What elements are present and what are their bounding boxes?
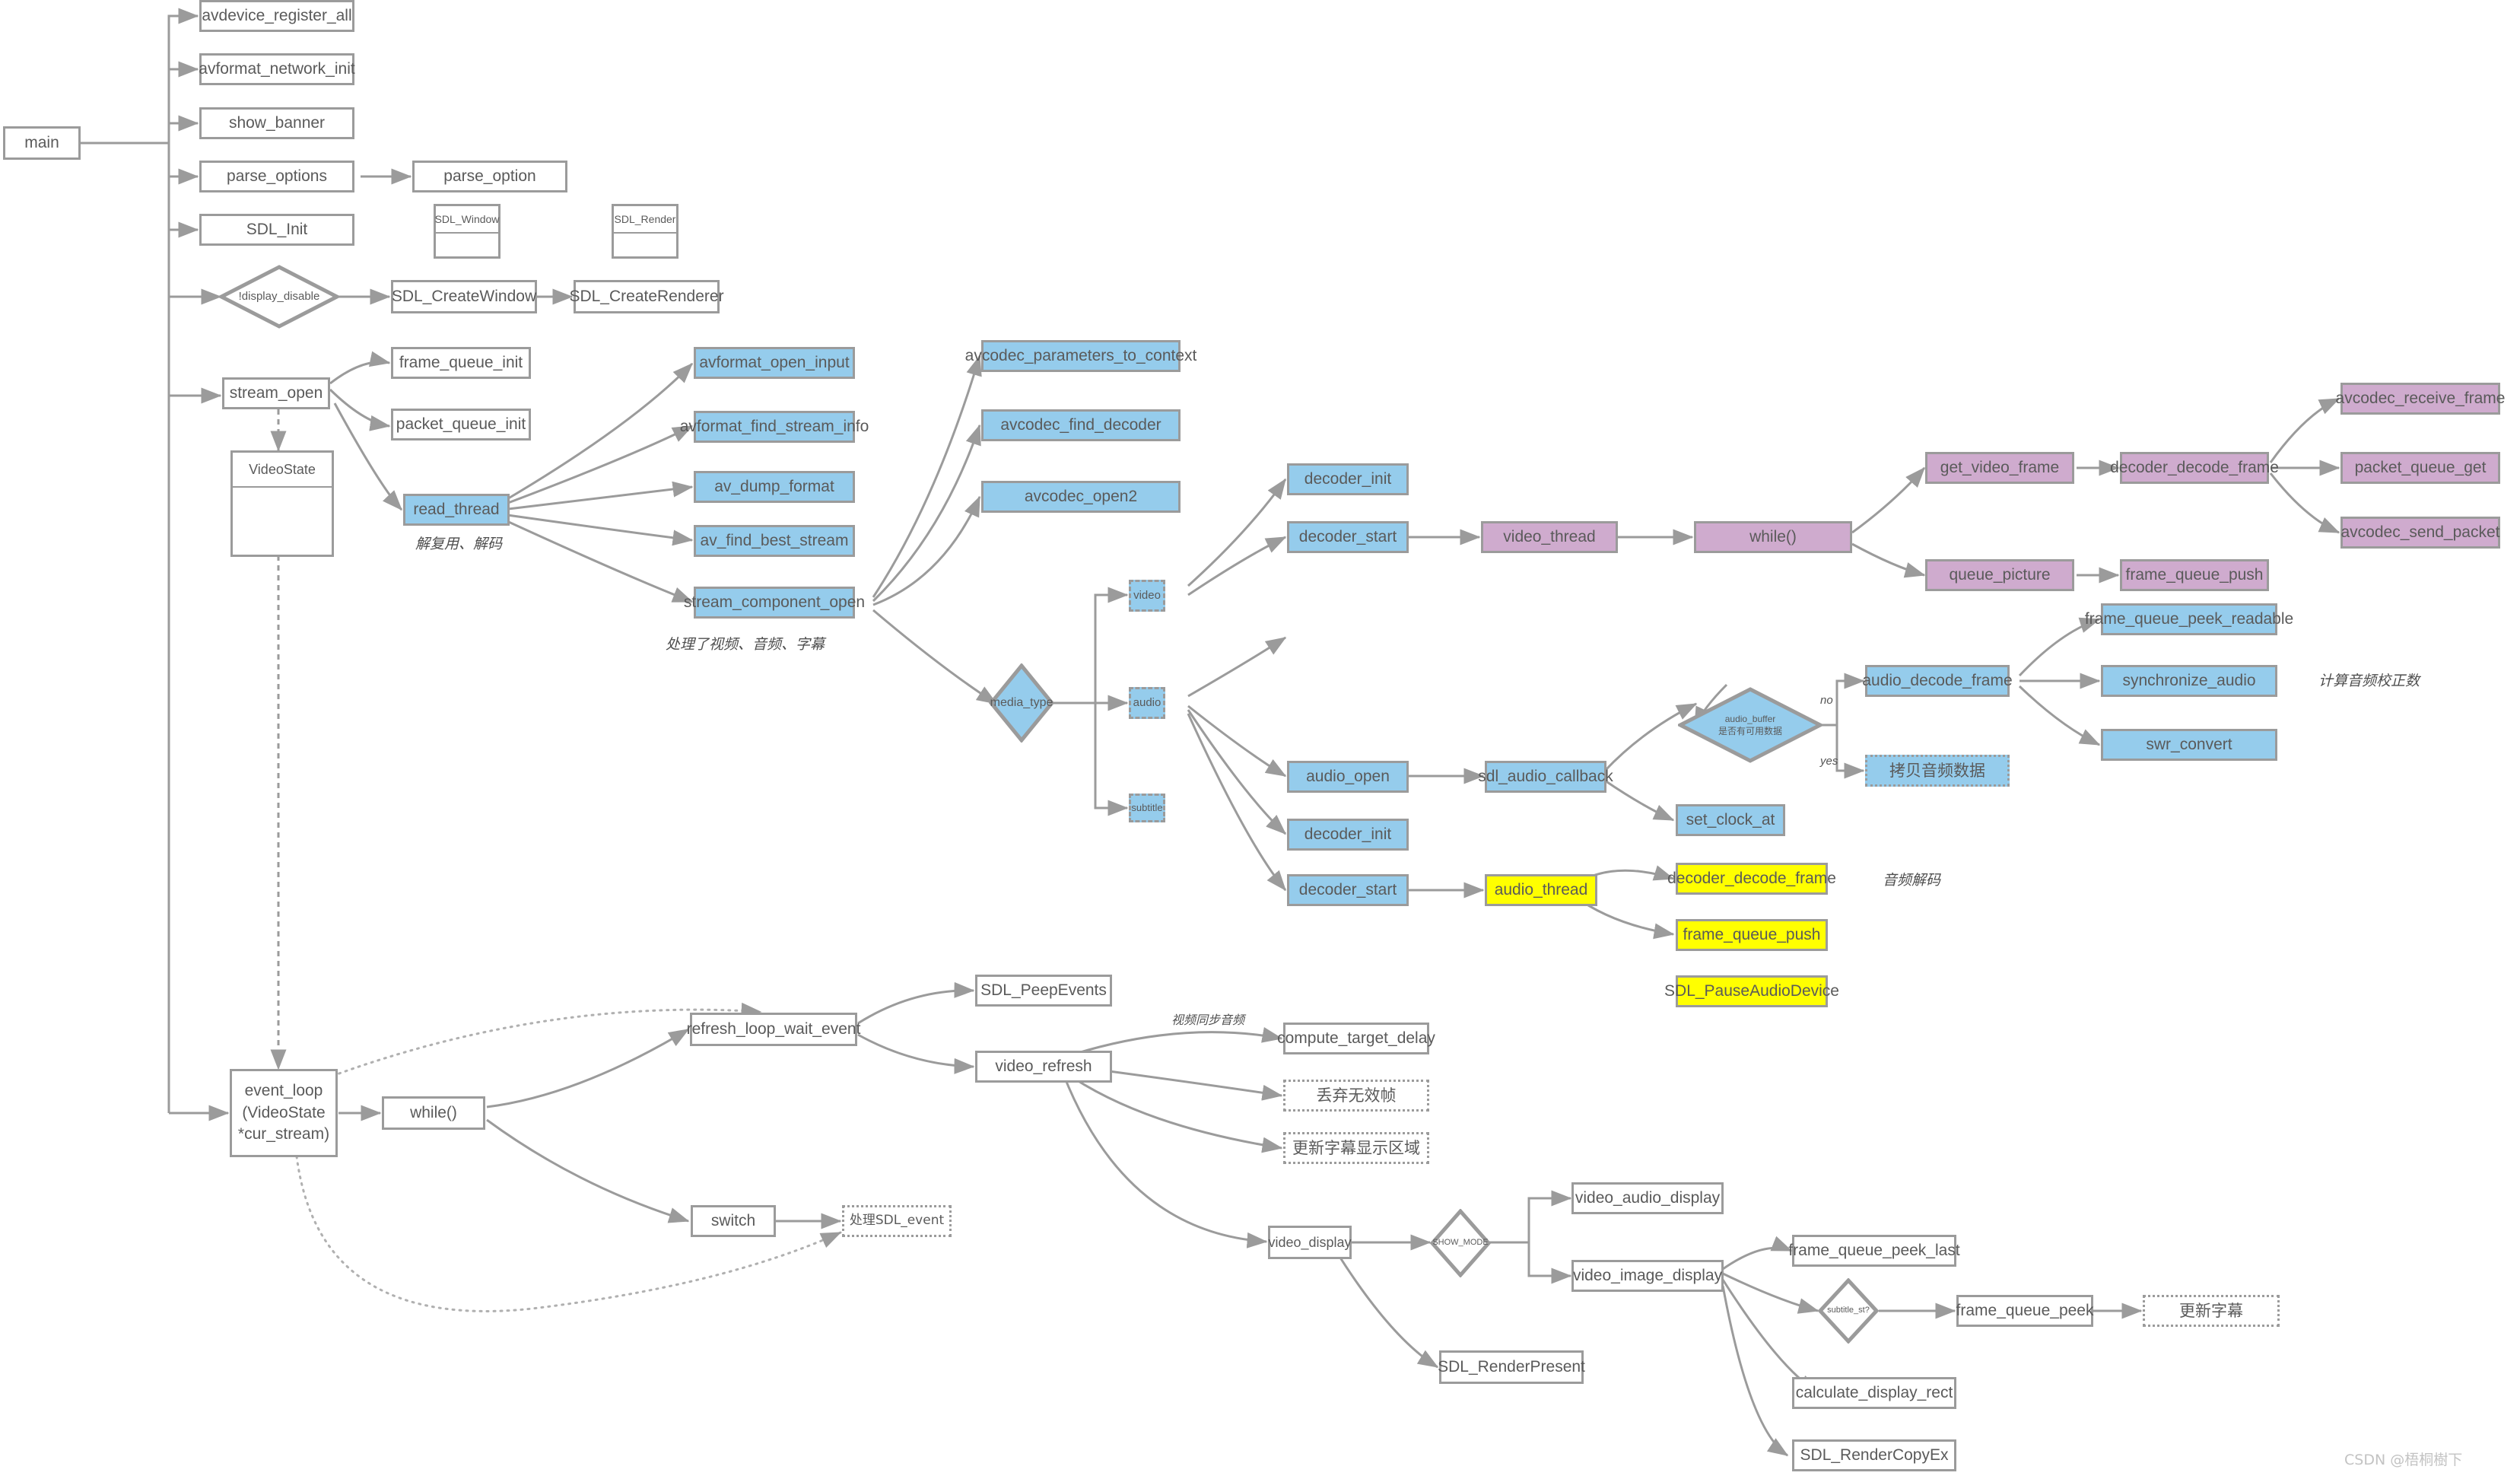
- event-loop-line3: *cur_stream): [237, 1125, 330, 1143]
- node-main[interactable]: main: [3, 126, 81, 160]
- node-frame-queue-peek[interactable]: frame_queue_peek: [1956, 1295, 2094, 1327]
- note-read-thread: 解复用、解码: [415, 536, 503, 552]
- node-switch[interactable]: switch: [691, 1205, 776, 1237]
- node-avcodec-open2[interactable]: avcodec_open2: [981, 481, 1181, 513]
- note-audio-decode: 音频解码: [1883, 872, 1941, 889]
- node-video-audio-display[interactable]: video_audio_display: [1571, 1182, 1724, 1214]
- node-sdl-pauseaudiodevice[interactable]: SDL_PauseAudioDevice: [1664, 975, 1839, 1007]
- node-frame-queue-init[interactable]: frame_queue_init: [391, 347, 531, 379]
- class-sdl-render-title: SDL_Render: [614, 206, 676, 234]
- audio-buffer-line2: 是否有可用数据: [1718, 726, 1782, 736]
- node-avcodec-find-decoder[interactable]: avcodec_find_decoder: [981, 409, 1181, 441]
- node-avcodec-send-packet[interactable]: avcodec_send_packet: [2340, 517, 2500, 549]
- node-avformat-network-init[interactable]: avformat_network_init: [199, 53, 355, 85]
- node-av-find-best-stream[interactable]: av_find_best_stream: [694, 525, 855, 557]
- node-avcodec-parameters-to-context[interactable]: avcodec_parameters_to_context: [965, 340, 1196, 372]
- note-video-sync-audio: 视频同步音频: [1171, 1013, 1245, 1027]
- node-show-banner[interactable]: show_banner: [199, 107, 354, 139]
- node-video-thread[interactable]: video_thread: [1481, 521, 1618, 553]
- node-frame-queue-peek-readable[interactable]: frame_queue_peek_readable: [2085, 603, 2293, 635]
- class-sdl-window-body: [436, 234, 498, 256]
- node-subtitle-st-decision[interactable]: subtitle_st?: [1818, 1278, 1879, 1344]
- node-decoder-decode-frame-video[interactable]: decoder_decode_frame: [2110, 452, 2279, 484]
- node-event-loop[interactable]: event_loop (VideoState *cur_stream): [230, 1069, 338, 1157]
- class-sdl-window: SDL_Window: [434, 204, 501, 259]
- node-while-video[interactable]: while(): [1694, 521, 1852, 553]
- node-show-mode-decision[interactable]: SHOW_MODE: [1430, 1209, 1491, 1277]
- node-audio-thread[interactable]: audio_thread: [1485, 874, 1597, 906]
- node-frame-queue-push-video[interactable]: frame_queue_push: [2120, 559, 2269, 591]
- node-get-video-frame[interactable]: get_video_frame: [1925, 452, 2074, 484]
- node-decoder-init-video[interactable]: decoder_init: [1287, 463, 1409, 495]
- node-video-image-display[interactable]: video_image_display: [1571, 1260, 1724, 1292]
- node-drop-invalid-frame[interactable]: 丢弃无效帧: [1283, 1080, 1429, 1112]
- audio-buffer-line1: audio_buffer: [1724, 713, 1776, 724]
- node-packet-queue-init[interactable]: packet_queue_init: [391, 409, 531, 441]
- node-av-dump-format[interactable]: av_dump_format: [694, 471, 855, 503]
- node-stream-open[interactable]: stream_open: [222, 377, 330, 409]
- edge-label-no: no: [1820, 694, 1833, 707]
- node-stream-component-open[interactable]: stream_component_open: [684, 587, 865, 619]
- node-decoder-start-video[interactable]: decoder_start: [1287, 521, 1409, 553]
- node-audio-open[interactable]: audio_open: [1287, 761, 1409, 793]
- node-decoder-decode-frame-audio[interactable]: decoder_decode_frame: [1667, 863, 1836, 895]
- node-display-disable[interactable]: !display_disable: [219, 265, 339, 329]
- class-sdl-render: SDL_Render: [612, 204, 678, 259]
- node-sdl-init[interactable]: SDL_Init: [199, 214, 354, 246]
- node-set-clock-at[interactable]: set_clock_at: [1676, 804, 1785, 836]
- node-sdl-rendercopyex[interactable]: SDL_RenderCopyEx: [1792, 1439, 1956, 1471]
- node-refresh-loop-wait-event[interactable]: refresh_loop_wait_event: [687, 1013, 860, 1046]
- node-copy-audio-data[interactable]: 拷贝音频数据: [1865, 755, 2010, 787]
- node-queue-picture[interactable]: queue_picture: [1925, 559, 2074, 591]
- node-audio[interactable]: audio: [1129, 687, 1165, 719]
- node-parse-options[interactable]: parse_options: [199, 161, 354, 192]
- node-swr-convert[interactable]: swr_convert: [2101, 729, 2277, 761]
- watermark: CSDN @梧桐樹下: [2344, 1452, 2463, 1468]
- node-main-label: main: [24, 133, 59, 151]
- node-sdl-peepevents[interactable]: SDL_PeepEvents: [975, 975, 1112, 1007]
- node-update-subtitle[interactable]: 更新字幕: [2143, 1295, 2280, 1327]
- class-videostate: VideoState: [230, 450, 334, 557]
- event-loop-line1: event_loop: [244, 1082, 323, 1100]
- edge-label-yes: yes: [1820, 755, 1838, 768]
- node-parse-option[interactable]: parse_option: [412, 161, 567, 192]
- node-avdevice-register-all[interactable]: avdevice_register_all: [199, 0, 354, 32]
- node-subtitle[interactable]: subtitle: [1129, 794, 1165, 822]
- node-packet-queue-get[interactable]: packet_queue_get: [2340, 452, 2500, 484]
- note-stream-component-open: 处理了视频、音频、字幕: [666, 636, 825, 653]
- node-frame-queue-push-audio[interactable]: frame_queue_push: [1676, 919, 1828, 951]
- node-avformat-find-stream-info[interactable]: avformat_find_stream_info: [680, 411, 869, 443]
- node-decoder-start-audio[interactable]: decoder_start: [1287, 874, 1409, 906]
- node-synchronize-audio[interactable]: synchronize_audio: [2101, 665, 2277, 697]
- node-read-thread[interactable]: read_thread: [403, 494, 510, 526]
- node-while-event[interactable]: while(): [382, 1096, 485, 1130]
- node-compute-target-delay[interactable]: compute_target_delay: [1277, 1023, 1435, 1054]
- node-update-subtitle-area[interactable]: 更新字幕显示区域: [1283, 1132, 1429, 1164]
- node-audio-buffer-decision[interactable]: audio_buffer 是否有可用数据: [1678, 687, 1822, 763]
- node-audio-decode-frame[interactable]: audio_decode_frame: [1862, 665, 2013, 697]
- note-audio-calc: 计算音频校正数: [2318, 673, 2420, 689]
- node-sdl-audio-callback[interactable]: sdl_audio_callback: [1478, 761, 1613, 793]
- node-sdl-createrenderer[interactable]: SDL_CreateRenderer: [569, 280, 724, 313]
- node-calculate-display-rect[interactable]: calculate_display_rect: [1792, 1377, 1956, 1409]
- node-media-type[interactable]: media_type: [989, 663, 1054, 743]
- flowchart-canvas: main avdevice_register_all avformat_netw…: [0, 0, 2520, 1479]
- class-sdl-window-title: SDL_Window: [435, 206, 499, 234]
- node-sdl-createwindow[interactable]: SDL_CreateWindow: [391, 280, 537, 313]
- node-avcodec-receive-frame[interactable]: avcodec_receive_frame: [2336, 383, 2505, 415]
- node-decoder-init-audio[interactable]: decoder_init: [1287, 819, 1409, 851]
- node-avformat-open-input[interactable]: avformat_open_input: [694, 347, 855, 379]
- node-video[interactable]: video: [1129, 580, 1165, 612]
- node-video-display[interactable]: video_display: [1268, 1226, 1352, 1259]
- event-loop-line2: (VideoState: [242, 1103, 326, 1121]
- node-frame-queue-peek-last[interactable]: frame_queue_peek_last: [1788, 1235, 1960, 1267]
- node-handle-sdl-event[interactable]: 处理SDL_event: [842, 1205, 952, 1237]
- class-sdl-render-body: [614, 234, 676, 256]
- class-videostate-title: VideoState: [233, 453, 332, 488]
- node-video-refresh[interactable]: video_refresh: [975, 1051, 1112, 1083]
- class-videostate-body: [233, 488, 332, 562]
- node-sdl-renderpresent[interactable]: SDL_RenderPresent: [1438, 1350, 1585, 1384]
